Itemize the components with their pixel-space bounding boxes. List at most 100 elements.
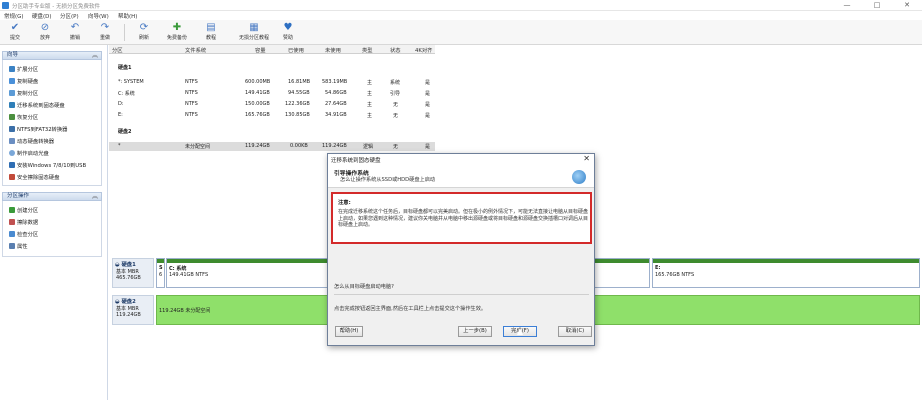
cell-4k: 是: [425, 91, 431, 97]
cell-status: 无: [393, 144, 399, 150]
tutorial-button[interactable]: ▤ 教程: [197, 22, 225, 43]
sidebar-item-recover-partition[interactable]: 恢复分区: [9, 113, 38, 121]
cell-capacity: 600.00MB: [245, 79, 271, 85]
cell-type: 主: [367, 91, 373, 97]
sidebar-item-ntfs-fat32[interactable]: NTFS到FAT32转换器: [9, 125, 67, 133]
ops-panel-header[interactable]: 分区操作 ︽: [2, 192, 102, 201]
disk-migrate-icon: [572, 170, 586, 184]
disk-icon: ◒ 硬盘1: [115, 262, 136, 268]
undo-label: 撤销: [69, 35, 80, 41]
commit-button[interactable]: ✔ 提交: [1, 22, 29, 43]
sidebar-item-copy-disk[interactable]: 复制硬盘: [9, 77, 38, 85]
disk1-row[interactable]: 硬盘1: [109, 63, 435, 72]
refresh-label: 刷新: [138, 35, 149, 41]
sidebar-item-extend-partition[interactable]: 扩展分区: [9, 65, 38, 73]
menu-general[interactable]: 常规(G): [4, 12, 24, 20]
refresh-button[interactable]: ⟳ 刷新: [130, 22, 158, 43]
copy-partition-icon: [9, 90, 15, 96]
disk-icon: ◒ 硬盘2: [115, 299, 136, 305]
backup-icon: ✚: [172, 22, 182, 33]
sidebar-item-wipe-data[interactable]: 擦除数据: [9, 218, 38, 226]
table-row[interactable]: E: NTFS 165.76GB 130.85GB 34.91GB 主 无 是: [109, 111, 435, 120]
sidebar-item-label: 擦除数据: [17, 220, 39, 226]
sponsor-button[interactable]: ♥ 赞助: [274, 22, 302, 43]
minimize-button[interactable]: —: [832, 0, 862, 11]
partition-e[interactable]: E: 165.76GB NTFS: [652, 258, 920, 288]
usage-bar: [157, 259, 164, 263]
col-capacity[interactable]: 容量: [255, 46, 266, 54]
properties-icon: [9, 243, 15, 249]
cell-free: 119.24GB: [322, 143, 347, 149]
help-button[interactable]: 帮助(H): [335, 326, 363, 337]
disk2-label: 硬盘2: [118, 129, 132, 135]
partition-tutorial-button[interactable]: ▦ 无损分区教程: [234, 22, 274, 43]
cell-free: 583.19MB: [322, 79, 348, 85]
sidebar-item-label: 迁移系统到固态硬盘: [17, 103, 65, 109]
redo-button[interactable]: ↷ 重做: [91, 22, 119, 43]
menu-partition[interactable]: 分区(P): [60, 12, 79, 20]
table-row-selected[interactable]: * 未分配空间 119.24GB 0.00KB 119.24GB 逻辑 无 是: [109, 142, 435, 151]
col-status[interactable]: 状态: [390, 46, 401, 54]
recover-icon: [9, 114, 15, 120]
sidebar-item-migrate-os[interactable]: 迁移系统到固态硬盘: [9, 101, 65, 109]
partition-tutorial-label: 无损分区教程: [238, 35, 269, 41]
sidebar-item-copy-partition[interactable]: 复制分区: [9, 89, 38, 97]
discard-icon: ⊘: [40, 22, 50, 33]
maximize-button[interactable]: □: [862, 0, 892, 11]
sidebar-item-create-partition[interactable]: 创建分区: [9, 206, 38, 214]
table-row[interactable]: D: NTFS 150.00GB 122.36GB 27.64GB 主 无 是: [109, 100, 435, 109]
free-backup-label: 免费备份: [166, 35, 187, 41]
undo-icon: ↶: [70, 22, 80, 33]
disk1-map-label[interactable]: ◒ 硬盘1 基本 MBR 465.76GB: [112, 258, 154, 288]
dialog-close-icon[interactable]: ✕: [583, 154, 590, 163]
menu-disk[interactable]: 硬盘(D): [32, 12, 52, 20]
col-filesystem[interactable]: 文件系统: [185, 46, 206, 54]
notice-box: 注意: 在完成迁移系统这个任务后，目标硬盘都可以完美启动。但在极小的例外情况下，…: [331, 192, 592, 244]
cell-4k: 是: [425, 144, 431, 150]
cell-used: 130.85GB: [285, 112, 310, 118]
cell-4k: 是: [425, 80, 431, 86]
discard-button[interactable]: ⊘ 放弃: [31, 22, 59, 43]
disk2-row[interactable]: 硬盘2: [109, 127, 435, 136]
sidebar-item-boot-cd[interactable]: 制作启动光盘: [9, 149, 49, 157]
cell-capacity: 165.76GB: [245, 112, 270, 118]
menu-bar: 常规(G) 硬盘(D) 分区(P) 向导(W) 帮助(H): [0, 11, 922, 20]
cell-partition: D:: [118, 101, 124, 107]
col-partition[interactable]: 分区: [112, 46, 123, 54]
sidebar-item-label: 检查分区: [17, 232, 39, 238]
cell-status: 系统: [390, 80, 401, 86]
wizard-panel-header[interactable]: 向导 ︽: [2, 51, 102, 60]
sidebar-item-label: 复制分区: [17, 91, 39, 97]
sidebar-item-label: 属性: [17, 244, 28, 250]
table-row[interactable]: C: 系统 NTFS 149.41GB 94.55GB 54.86GB 主 引导…: [109, 89, 435, 98]
col-used[interactable]: 已使用: [288, 46, 304, 54]
back-button[interactable]: 上一步(B): [458, 326, 492, 337]
cell-fs: 未分配空间: [185, 144, 211, 150]
col-free[interactable]: 未使用: [325, 46, 341, 54]
disk2-map-label[interactable]: ◒ 硬盘2 基本 MBR 119.24GB: [112, 295, 154, 325]
free-backup-button[interactable]: ✚ 免费备份: [163, 22, 191, 43]
cell-fs: NTFS: [185, 101, 198, 107]
cancel-button[interactable]: 取消(C): [558, 326, 592, 337]
sidebar-item-check-partition[interactable]: 检查分区: [9, 230, 38, 238]
partition-system[interactable]: S 6: [156, 258, 165, 288]
sidebar-item-secure-erase[interactable]: 安全擦除固态硬盘: [9, 173, 59, 181]
cell-partition: E:: [118, 112, 123, 118]
partition-detail: 165.76GB NTFS: [655, 272, 695, 278]
sidebar-item-properties[interactable]: 属性: [9, 242, 28, 250]
sidebar-item-label: 安全擦除固态硬盘: [17, 175, 60, 181]
collapse-icon[interactable]: ︽: [92, 52, 98, 59]
sidebar-item-windows-to-usb[interactable]: 安装Windows 7/8/10到USB: [9, 161, 86, 169]
menu-wizard[interactable]: 向导(W): [88, 12, 109, 20]
boot-question-link[interactable]: 怎么从目标硬盘启动电脑?: [334, 283, 394, 290]
col-type[interactable]: 类型: [362, 46, 373, 54]
undo-button[interactable]: ↶ 撤销: [61, 22, 89, 43]
table-row[interactable]: *: SYSTEM NTFS 600.00MB 16.81MB 583.19MB…: [109, 78, 435, 87]
collapse-icon[interactable]: ︽: [92, 193, 98, 200]
close-button[interactable]: ✕: [892, 0, 922, 11]
sponsor-icon: ♥: [283, 22, 293, 33]
menu-help[interactable]: 帮助(H): [118, 12, 137, 20]
ops-panel-title: 分区操作: [7, 193, 30, 199]
col-4k[interactable]: 4K对齐: [415, 46, 432, 54]
sidebar-item-dynamic-disk[interactable]: 动态硬盘转换器: [9, 137, 54, 145]
